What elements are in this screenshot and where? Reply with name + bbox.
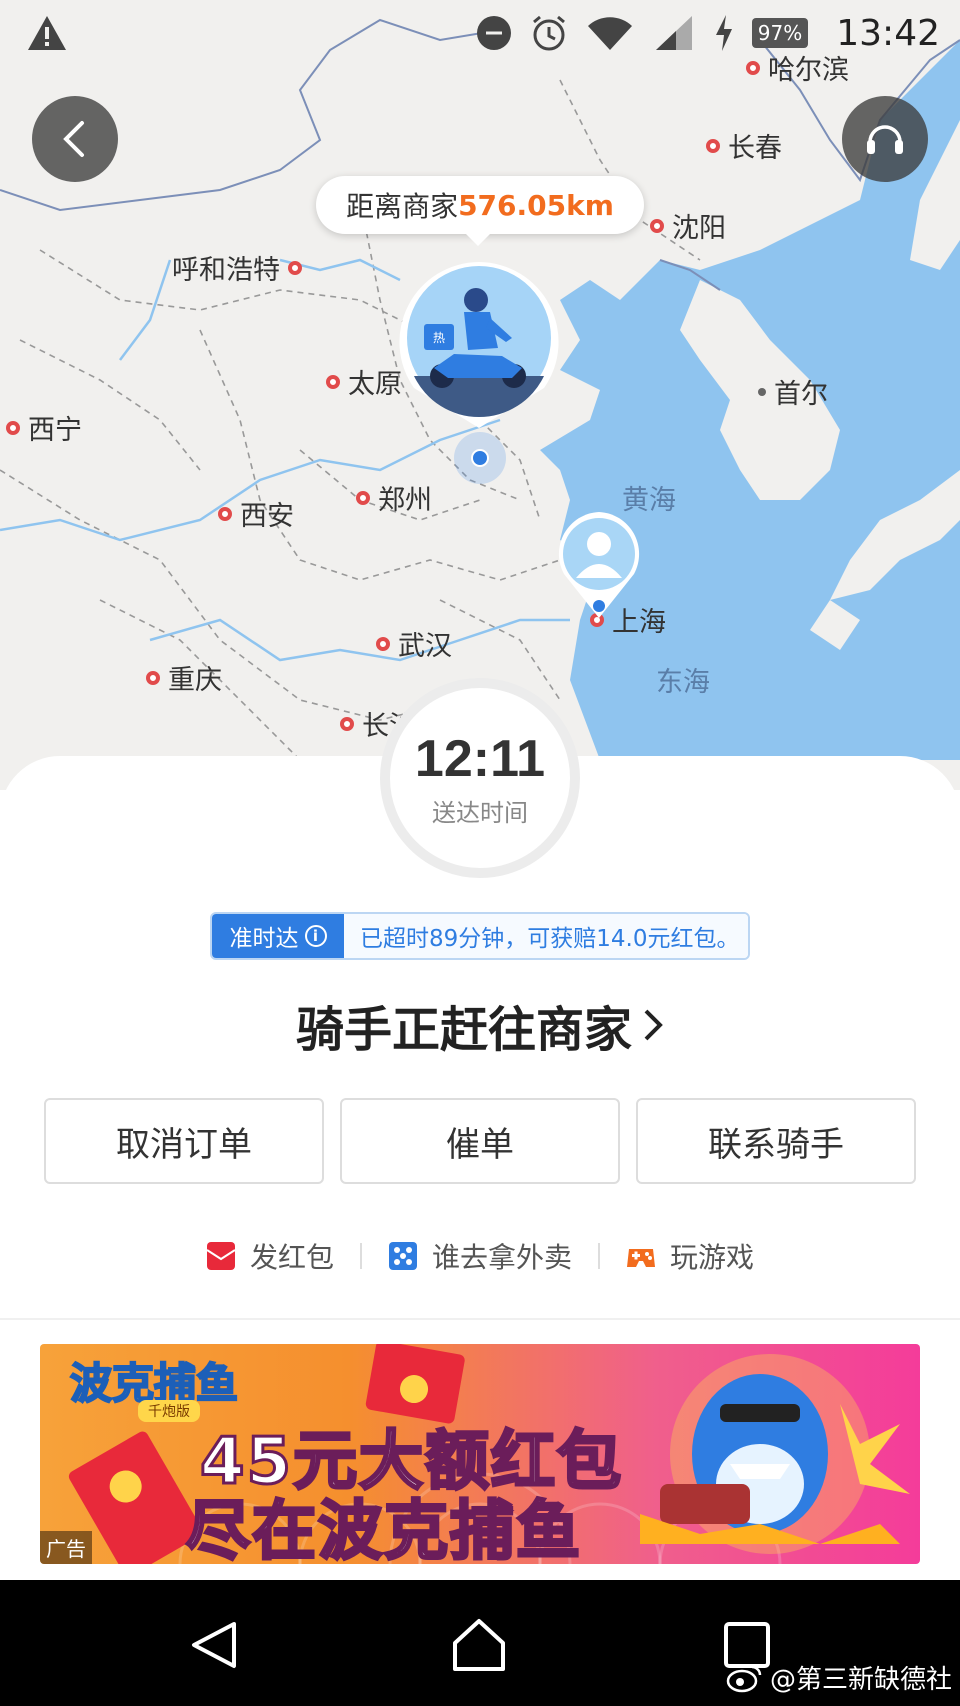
eta-time: 12:11: [414, 729, 546, 788]
ad-banner[interactable]: 波克捕鱼 千炮版 45元大额红包 尽在波克捕鱼 广告: [40, 1344, 920, 1564]
who-pickup-link[interactable]: 谁去拿外卖: [362, 1236, 598, 1276]
eta-circle: 12:11 送达时间: [380, 678, 580, 878]
extra-links: 发红包 谁去拿外卖 玩游戏: [0, 1236, 960, 1276]
play-game-link[interactable]: 玩游戏: [600, 1236, 780, 1276]
city-dot: [376, 636, 390, 651]
ontime-tag[interactable]: 准时达 i: [212, 914, 344, 958]
rider-scooter-icon[interactable]: 热: [394, 258, 564, 428]
wifi-icon: [587, 17, 632, 50]
nav-home-button[interactable]: [444, 1610, 514, 1680]
rider-location-dot: [454, 432, 506, 484]
city-dot: [758, 387, 766, 396]
dice-icon: [388, 1242, 417, 1270]
city-dot: [146, 670, 160, 685]
ontime-message: 已超时89分钟，可获赔14.0元红包。: [344, 914, 748, 958]
info-icon[interactable]: i: [304, 925, 327, 947]
map-view[interactable]: 哈尔滨 长春 沈阳 呼和浩特 太原 首尔 西宁 郑州 西安 上海 武汉 重庆 长…: [0, 0, 960, 790]
city-hohhot: 呼和浩特: [172, 248, 302, 287]
nav-back-button[interactable]: [180, 1610, 250, 1680]
city-dot: [356, 490, 370, 505]
city-wuhan: 武汉: [376, 624, 452, 663]
headset-icon: [867, 125, 903, 154]
city-dot: [650, 218, 664, 233]
back-button[interactable]: [32, 96, 118, 182]
back-icon: [63, 121, 84, 157]
chevron-right-icon: [644, 1009, 663, 1041]
sea-label-donghai: 东海: [656, 667, 710, 698]
city-dot: [326, 374, 340, 389]
send-red-packet-link[interactable]: 发红包: [180, 1236, 360, 1276]
distance-bubble: 距离商家 576.05km: [316, 176, 644, 246]
system-nav-bar: @第三新缺德社: [0, 1580, 960, 1706]
watermark: @第三新缺德社: [726, 1659, 952, 1696]
svg-text:热: 热: [433, 331, 445, 345]
nav-home-icon: [453, 1619, 505, 1671]
city-dot: [288, 260, 302, 275]
sync-icon: [476, 16, 511, 50]
urge-order-button[interactable]: 催单: [340, 1098, 620, 1184]
city-xian: 西安: [218, 494, 294, 533]
city-xining: 西宁: [6, 408, 82, 447]
city-seoul: 首尔: [758, 372, 828, 411]
nav-back-icon: [192, 1622, 236, 1668]
eta-label: 送达时间: [432, 798, 528, 827]
battery-indicator: 97%: [751, 18, 809, 48]
city-dot: [218, 506, 232, 521]
city-changchun: 长春: [706, 126, 782, 165]
status-bar: 97% 13:42: [0, 0, 960, 66]
city-shenyang: 沈阳: [650, 206, 726, 245]
ontime-guarantee-banner[interactable]: 准时达 i 已超时89分钟，可获赔14.0元红包。: [210, 912, 750, 960]
ad-logo-sub: 千炮版: [138, 1400, 200, 1422]
signal-icon: [655, 16, 692, 50]
city-dot: [6, 420, 20, 435]
warning-icon: [28, 16, 66, 50]
city-dot: [706, 138, 720, 153]
section-divider: [0, 1318, 960, 1320]
ad-subheadline: 尽在波克捕鱼: [185, 1494, 582, 1565]
user-avatar-icon[interactable]: [554, 510, 644, 620]
gamepad-icon: [627, 1249, 655, 1267]
city-zhengzhou: 郑州: [356, 478, 432, 517]
alarm-icon: [532, 15, 565, 51]
order-status-title[interactable]: 骑手正赶往商家: [0, 990, 960, 1060]
customer-service-button[interactable]: [842, 96, 928, 182]
charging-icon: [715, 15, 732, 51]
weibo-icon: [726, 1665, 762, 1692]
ad-badge: 广告: [40, 1531, 92, 1564]
city-taiyuan: 太原: [326, 362, 402, 401]
cancel-order-button[interactable]: 取消订单: [44, 1098, 324, 1184]
contact-rider-button[interactable]: 联系骑手: [636, 1098, 916, 1184]
status-time: 13:42: [836, 12, 940, 54]
city-chongqing: 重庆: [146, 658, 222, 697]
city-dot: [340, 716, 354, 731]
red-packet-icon: [206, 1242, 236, 1270]
